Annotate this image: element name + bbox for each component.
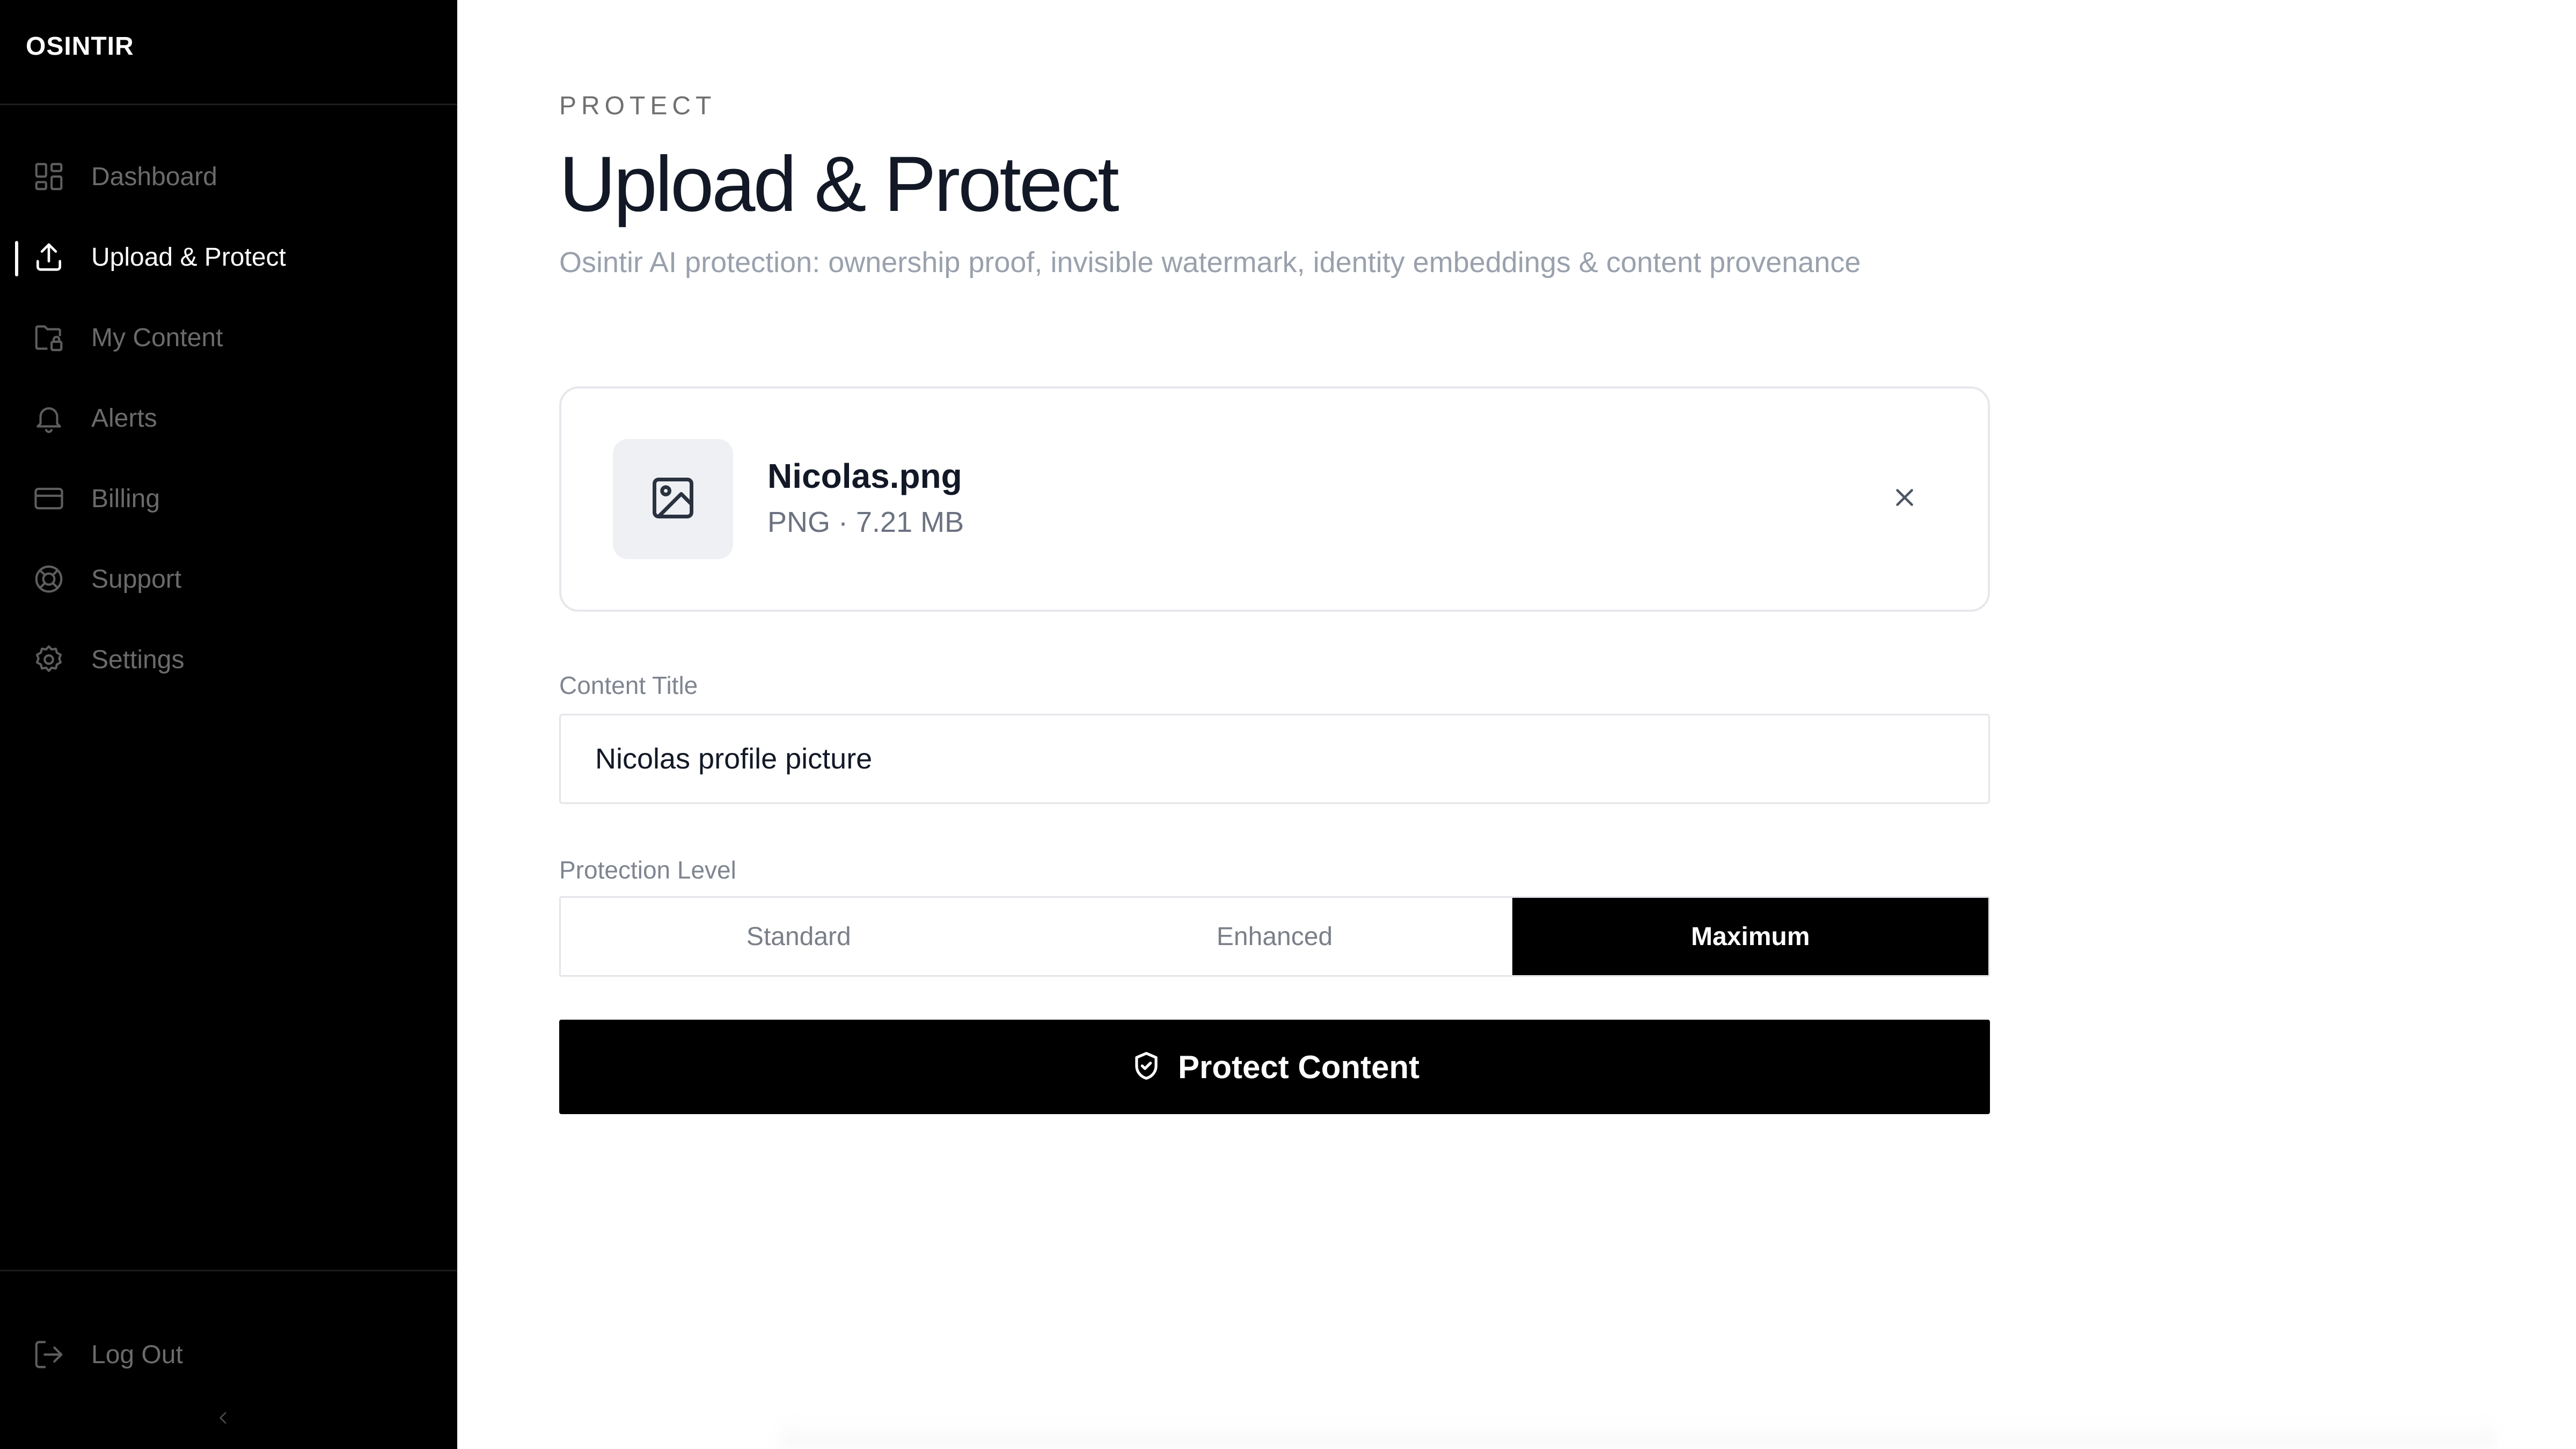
sidebar-item-dashboard[interactable]: Dashboard [0,136,457,217]
logout-button[interactable]: Log Out [0,1314,457,1395]
logout-label: Log Out [91,1340,183,1369]
level-option-standard[interactable]: Standard [561,898,1037,975]
bell-icon [32,401,65,435]
sidebar-item-label: Alerts [91,404,157,433]
content-title-label: Content Title [559,671,698,699]
collapse-sidebar-button[interactable] [213,1408,234,1430]
app-root: OSINTIR Dashboard Upload & Protect My Co… [0,0,2576,1449]
protect-content-button[interactable]: Protect Content [559,1020,1990,1114]
bottom-shadow [779,1417,2497,1449]
image-icon [648,473,698,525]
page-title: Upload & Protect [559,140,1119,228]
level-option-enhanced[interactable]: Enhanced [1036,898,1513,975]
upload-icon [32,240,65,274]
sidebar-item-label: Settings [91,645,185,674]
brand-header: OSINTIR [0,0,457,105]
close-icon [1890,483,1919,515]
level-option-maximum[interactable]: Maximum [1512,898,1989,975]
brand-logo[interactable]: OSINTIR [26,32,134,61]
sidebar-item-label: Support [91,565,182,594]
sidebar-item-settings[interactable]: Settings [0,619,457,700]
sidebar-item-label: Dashboard [91,162,217,191]
sidebar-nav: Dashboard Upload & Protect My Content Al… [0,105,457,700]
sidebar-footer: Log Out [0,1270,457,1449]
selected-file-card: Nicolas.png PNG · 7.21 MB [559,386,1990,612]
shield-check-icon [1130,1049,1163,1085]
sidebar-item-label: Upload & Protect [91,243,286,272]
sidebar-item-upload-protect[interactable]: Upload & Protect [0,217,457,297]
sidebar-item-my-content[interactable]: My Content [0,297,457,378]
content-title-input[interactable] [559,714,1990,804]
lifebuoy-icon [32,562,65,596]
sidebar-item-billing[interactable]: Billing [0,458,457,539]
logout-icon [32,1338,65,1371]
file-meta: PNG · 7.21 MB [767,506,964,538]
file-name: Nicolas.png [767,457,962,495]
remove-file-button[interactable] [1886,480,1923,517]
file-thumbnail [613,439,733,559]
page-eyebrow: PROTECT [559,92,716,120]
dashboard-icon [32,160,65,193]
protection-level-selector: Standard Enhanced Maximum [559,896,1990,977]
sidebar-item-label: Billing [91,484,160,513]
active-indicator [15,241,18,276]
sidebar-item-alerts[interactable]: Alerts [0,378,457,458]
page-subtitle: Osintir AI protection: ownership proof, … [559,246,1861,279]
credit-card-icon [32,482,65,515]
chevron-left-icon [215,1409,232,1429]
protection-level-label: Protection Level [559,856,736,884]
gear-icon [32,643,65,676]
main-content: PROTECT Upload & Protect Osintir AI prot… [457,0,2576,1449]
folder-lock-icon [32,321,65,354]
protect-content-label: Protect Content [1178,1049,1419,1085]
sidebar: OSINTIR Dashboard Upload & Protect My Co… [0,0,457,1449]
sidebar-item-support[interactable]: Support [0,539,457,619]
sidebar-item-label: My Content [91,323,223,352]
